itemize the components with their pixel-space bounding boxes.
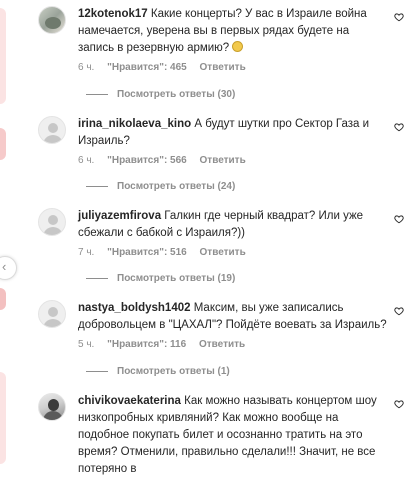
comment-username[interactable]: 12kotenok17 [78,8,148,20]
comment-meta: 5 ч. "Нравится": 116 Ответить [78,339,388,351]
comment-likes[interactable]: "Нравится": 116 [107,339,186,350]
chevron-left-icon: ‹ [2,259,7,274]
heart-outline-icon[interactable] [394,399,404,409]
view-replies-label: Посмотреть ответы (1) [117,366,230,377]
heart-outline-icon[interactable] [394,122,404,132]
comment-text: juliyazemfirova Галкин где черный квадра… [78,208,388,242]
comment-body: Как можно называть концертом шоу низкопр… [78,395,377,475]
view-replies-button[interactable]: Посмотреть ответы (30) [86,89,235,100]
replies-divider-line [86,185,108,187]
comment-likes[interactable]: "Нравится": 516 [107,247,187,258]
replies-divider-line [86,93,108,95]
comment-time[interactable]: 7 ч. [78,247,94,258]
view-replies-button[interactable]: Посмотреть ответы (24) [86,181,235,192]
comment-username[interactable]: irina_nikolaeva_kino [78,118,191,130]
post-image-fragment [0,128,6,160]
avatar[interactable] [38,393,66,421]
heart-outline-icon[interactable] [394,12,404,22]
view-replies-label: Посмотреть ответы (24) [117,181,236,192]
confused-face-emoji-icon [232,41,244,52]
replies-divider-line [86,277,108,279]
background-post-edge [0,0,22,471]
heart-outline-icon[interactable] [394,306,404,316]
comment-time[interactable]: 6 ч. [78,62,94,73]
view-replies-label: Посмотреть ответы (30) [117,89,236,100]
comment-meta: 6 ч. "Нравится": 566 Ответить [78,155,388,167]
comment-time[interactable]: 6 ч. [78,155,94,166]
post-image-fragment [0,8,6,104]
comment-username[interactable]: juliyazemfirova [78,210,161,222]
post-image-fragment [0,372,6,464]
comment-meta: 6 ч. "Нравится": 465 Ответить [78,62,388,74]
comment-text: 12kotenok17 Какие концерты? У вас в Изра… [78,6,388,57]
post-image-fragment [0,288,6,310]
avatar[interactable] [38,116,66,144]
view-replies-button[interactable]: Посмотреть ответы (19) [86,273,235,284]
view-replies-button[interactable]: Посмотреть ответы (1) [86,366,230,377]
comment-text: chivikovaekaterina Как можно называть ко… [78,393,388,478]
replies-divider-line [86,370,108,372]
comment-username[interactable]: nastya_boldysh1402 [78,302,191,314]
comment-text: irina_nikolaeva_kino А будут шутки про С… [78,116,388,150]
reply-button[interactable]: Ответить [200,62,246,73]
comment-text: nastya_boldysh1402 Максим, вы уже записа… [78,300,388,334]
view-replies-label: Посмотреть ответы (19) [117,273,236,284]
heart-outline-icon[interactable] [394,214,404,224]
comment-likes[interactable]: "Нравится": 566 [107,155,187,166]
comment-time[interactable]: 5 ч. [78,339,94,350]
comment-meta: 7 ч. "Нравится": 516 Ответить [78,247,388,259]
comment-likes[interactable]: "Нравится": 465 [107,62,187,73]
avatar[interactable] [38,208,66,236]
reply-button[interactable]: Ответить [200,247,246,258]
avatar[interactable] [38,300,66,328]
reply-button[interactable]: Ответить [200,155,246,166]
reply-button[interactable]: Ответить [199,339,245,350]
avatar[interactable] [38,6,66,34]
comment-username[interactable]: chivikovaekaterina [78,395,181,407]
